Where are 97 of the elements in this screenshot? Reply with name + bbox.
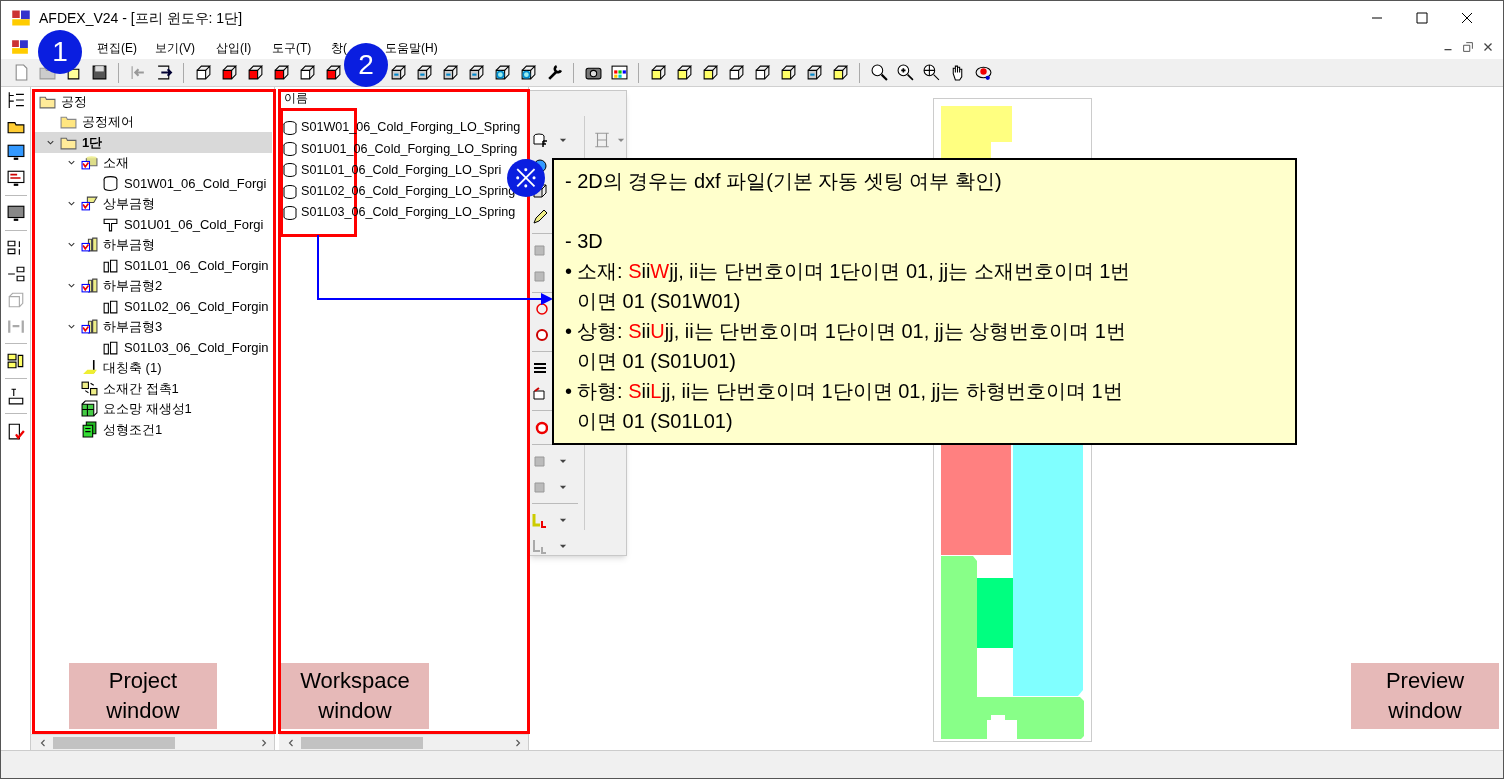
cube-icon[interactable] bbox=[324, 64, 342, 81]
tree-view-icon[interactable] bbox=[6, 91, 25, 109]
monitor-icon[interactable] bbox=[6, 204, 25, 222]
tree-item[interactable]: 하부금형2 bbox=[103, 276, 163, 296]
cube-arrow-icon[interactable] bbox=[415, 64, 433, 81]
cylinder-icon bbox=[282, 162, 298, 179]
cylinder-check-icon bbox=[81, 154, 98, 172]
cube-icon[interactable] bbox=[701, 64, 719, 81]
checklist-icon[interactable] bbox=[6, 422, 25, 440]
tree-item[interactable]: 공정 bbox=[61, 91, 87, 111]
bullet: • bbox=[565, 379, 573, 404]
tree-item[interactable]: 소재간 접촉1 bbox=[103, 378, 179, 398]
cube-rotate-icon[interactable] bbox=[519, 64, 537, 81]
cube-arrow-icon[interactable] bbox=[805, 64, 823, 81]
tree-item[interactable]: 하부금형3 bbox=[103, 317, 163, 337]
tree-item[interactable]: 소재 bbox=[103, 153, 129, 173]
cube-icon[interactable] bbox=[727, 64, 745, 81]
tree-item[interactable]: 성형조건1 bbox=[103, 419, 163, 439]
die-check-icon bbox=[81, 318, 98, 336]
app-logo-icon bbox=[11, 8, 31, 28]
save-icon[interactable] bbox=[90, 64, 108, 81]
column-header[interactable]: 이름 bbox=[284, 91, 308, 105]
monitor-icon[interactable] bbox=[6, 169, 25, 187]
cube-icon[interactable] bbox=[831, 64, 849, 81]
cube-arrow-icon[interactable] bbox=[389, 64, 407, 81]
cylinder-icon bbox=[102, 174, 119, 192]
tree-item[interactable]: S01L03_06_Cold_Forgin bbox=[124, 337, 269, 357]
arrow-right-icon[interactable] bbox=[155, 64, 173, 81]
layout-icon[interactable] bbox=[6, 265, 25, 283]
menu-item[interactable]: 도움말(H) bbox=[385, 41, 438, 55]
scrollbar-thumb[interactable] bbox=[301, 736, 423, 749]
cube-icon[interactable] bbox=[753, 64, 771, 81]
annotation-label: Project window bbox=[69, 663, 217, 729]
zoom-in-icon[interactable] bbox=[896, 64, 914, 81]
pencil-icon[interactable] bbox=[532, 208, 548, 225]
cube-icon[interactable] bbox=[675, 64, 693, 81]
menu-item[interactable]: 삽입(I) bbox=[216, 41, 252, 55]
cube-icon[interactable] bbox=[194, 64, 212, 81]
tree-item[interactable]: 대칭축 (1) bbox=[103, 358, 162, 378]
tree-item[interactable]: 1단 bbox=[82, 132, 103, 152]
maximize-icon[interactable] bbox=[1414, 10, 1430, 26]
cube-arrow-icon[interactable] bbox=[441, 64, 459, 81]
window-title: AFDEX_V24 - [프리 윈도우: 1단] bbox=[39, 8, 243, 28]
restore-icon[interactable] bbox=[1461, 40, 1475, 54]
cube-icon[interactable] bbox=[298, 64, 316, 81]
tree-item[interactable]: 공정제어 bbox=[82, 112, 134, 132]
box-icon[interactable] bbox=[532, 386, 548, 403]
callout-text: - 3D bbox=[565, 229, 603, 254]
bullet: • bbox=[565, 259, 573, 284]
die-check-icon bbox=[81, 236, 98, 254]
bullet: • bbox=[565, 319, 573, 344]
corner-icon[interactable] bbox=[532, 512, 548, 529]
mesh-cube-icon bbox=[81, 400, 98, 418]
zoom-fit-icon[interactable] bbox=[922, 64, 940, 81]
monitor-icon[interactable] bbox=[6, 143, 25, 161]
die-check-icon bbox=[81, 195, 98, 213]
cylinder-icon bbox=[282, 204, 298, 221]
cube-icon[interactable] bbox=[649, 64, 667, 81]
cylinder-icon bbox=[282, 119, 298, 136]
callout-text: 하형: SiiLjj, ii는 단번호이며 1단이면 01, jj는 하형번호이며 1번 이면 01 (S01L01) bbox=[577, 379, 1123, 434]
tree-item[interactable]: S01L02_06_Cold_Forgin bbox=[124, 296, 269, 316]
cube-rotate-icon[interactable] bbox=[493, 64, 511, 81]
callout-text: - 2D의 경우는 dxf 파일(기본 자동 셋팅 여부 확인) bbox=[565, 169, 1002, 194]
cube-arrow-icon[interactable] bbox=[467, 64, 485, 81]
cylinder-icon bbox=[282, 140, 298, 157]
document-stack-icon bbox=[81, 420, 98, 438]
callout-text: 상형: SiiUjj, ii는 단번호이며 1단이면 01, jj는 상형번호이며 1번 이면 01 (S01U01) bbox=[577, 319, 1126, 374]
tree-item[interactable]: S01U01_06_Cold_Forgi bbox=[124, 214, 264, 234]
menu-item[interactable]: 편집(E) bbox=[97, 41, 137, 55]
zoom-icon[interactable] bbox=[870, 64, 888, 81]
rotate-view-icon[interactable] bbox=[974, 64, 992, 81]
color-palette-icon[interactable] bbox=[610, 64, 628, 81]
app-logo-icon bbox=[11, 38, 29, 56]
cube-icon[interactable] bbox=[246, 64, 264, 81]
tree-item[interactable]: 요소망 재생성1 bbox=[103, 399, 192, 419]
cube-icon[interactable] bbox=[779, 64, 797, 81]
close-icon[interactable] bbox=[1459, 10, 1475, 26]
cylinder-icon bbox=[282, 183, 298, 200]
number-badge: 1 bbox=[38, 30, 82, 74]
cube-icon[interactable] bbox=[220, 64, 238, 81]
tree-item[interactable]: 상부금형 bbox=[103, 194, 155, 214]
callout-text: 소재: SiiWjj, ii는 단번호이며 1단이면 01, jj는 소재번호이며 1번 이면 01 (S01W01) bbox=[577, 259, 1131, 314]
tree-item[interactable]: S01W01_06_Cold_Forgi bbox=[124, 173, 267, 193]
die-check-icon bbox=[81, 277, 98, 295]
pointer-icon[interactable] bbox=[6, 387, 25, 405]
annotation-label: Preview window bbox=[1351, 663, 1499, 729]
axis-icon bbox=[81, 359, 98, 377]
layout-icon[interactable] bbox=[6, 352, 25, 370]
cylinder-icon[interactable] bbox=[532, 132, 548, 149]
scrollbar-thumb[interactable] bbox=[53, 736, 175, 749]
menu-item[interactable]: 보기(V) bbox=[155, 41, 195, 55]
tree-item[interactable]: S01L01_06_Cold_Forgin bbox=[124, 255, 269, 275]
menu-item[interactable]: 도구(T) bbox=[272, 41, 312, 55]
contact-icon bbox=[81, 379, 98, 397]
cube-icon[interactable] bbox=[272, 64, 290, 81]
tree-item[interactable]: 하부금형 bbox=[103, 235, 155, 255]
annotation-label: Workspace window bbox=[281, 663, 429, 729]
